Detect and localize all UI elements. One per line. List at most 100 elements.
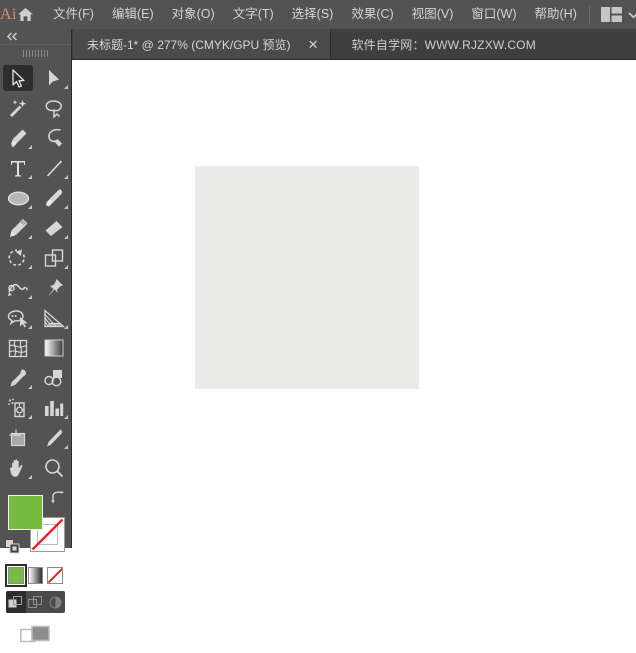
draw-normal-icon	[8, 595, 23, 607]
collapse-panel-button[interactable]	[0, 29, 71, 44]
watermark-text: 软件自学网：WWW.RJZXW.COM	[351, 37, 536, 52]
gradient-icon	[39, 335, 69, 361]
workspace-divider	[588, 6, 590, 23]
zoom-tool[interactable]	[36, 453, 72, 483]
close-icon[interactable]: ✕	[305, 37, 322, 52]
home-icon[interactable]	[17, 7, 34, 22]
magnifier-icon	[39, 455, 69, 481]
tool-more-triangle-icon	[64, 325, 68, 329]
hand-tool[interactable]	[0, 453, 36, 483]
fill-mode-row	[0, 563, 71, 587]
shape-builder-tool[interactable]	[0, 303, 36, 333]
tool-more-triangle-icon	[28, 145, 32, 149]
menu-file[interactable]: 文件(F)	[44, 0, 103, 29]
tool-more-triangle-icon	[64, 175, 68, 179]
draw-mode-row	[6, 591, 65, 613]
slice-tool[interactable]	[36, 423, 72, 453]
tool-more-triangle-icon	[64, 445, 68, 449]
rotate-tool[interactable]	[0, 243, 36, 273]
magic-wand-tool[interactable]	[0, 93, 36, 123]
draw-inside-icon	[49, 596, 62, 608]
tool-more-triangle-icon	[64, 235, 68, 239]
blend-icon	[39, 365, 69, 391]
workspace-switcher-button[interactable]	[597, 7, 636, 22]
free-transform-tool[interactable]	[36, 273, 72, 303]
eyedropper-tool[interactable]	[0, 363, 36, 393]
selection-tool[interactable]	[0, 63, 36, 93]
tool-more-triangle-icon	[28, 265, 32, 269]
width-tool[interactable]	[0, 273, 36, 303]
draw-behind-icon	[28, 595, 42, 608]
menu-object[interactable]: 对象(O)	[163, 0, 224, 29]
default-fill-stroke-icon[interactable]	[5, 539, 20, 559]
blend-tool[interactable]	[36, 363, 72, 393]
screen-mode-icon	[20, 625, 50, 643]
tool-more-triangle-icon	[64, 415, 68, 419]
tool-more-triangle-icon	[28, 175, 32, 179]
document-tab[interactable]: 未标题-1* @ 277% (CMYK/GPU 预览) ✕	[73, 29, 332, 59]
chevron-down-icon	[628, 11, 636, 18]
tool-more-triangle-icon	[28, 235, 32, 239]
pencil-tool[interactable]	[0, 213, 36, 243]
symbol-sprayer-tool[interactable]	[0, 393, 36, 423]
curvature-icon	[39, 125, 69, 151]
artboard-tool[interactable]	[0, 423, 36, 453]
tool-more-triangle-icon	[64, 265, 68, 269]
workspace-layout-icon	[600, 7, 622, 22]
paintbrush-tool[interactable]	[36, 183, 72, 213]
draw-inside-button[interactable]	[45, 591, 65, 613]
tool-more-triangle-icon	[28, 385, 32, 389]
menu-window[interactable]: 窗口(W)	[462, 0, 525, 29]
gradient-tool[interactable]	[36, 333, 72, 363]
artboard-1[interactable]	[195, 166, 419, 389]
panel-drag-handle[interactable]	[0, 44, 71, 61]
swap-fill-stroke-icon[interactable]	[51, 491, 65, 509]
change-screen-mode-button[interactable]	[0, 619, 71, 653]
magic-wand-icon	[3, 95, 33, 121]
illustrator-window: Ai 文件(F) 编辑(E) 对象(O) 文字(T) 选择(S) 效果(C) 视…	[0, 0, 636, 643]
draw-behind-button[interactable]	[26, 591, 46, 613]
column-graph-tool[interactable]	[36, 393, 72, 423]
menu-type[interactable]: 文字(T)	[224, 0, 283, 29]
document-tab-bar: 未标题-1* @ 277% (CMYK/GPU 预览) ✕ 软件自学网：WWW.…	[0, 29, 636, 60]
lasso-icon	[39, 95, 69, 121]
double-chevron-left-icon	[6, 32, 18, 41]
canvas-area[interactable]	[73, 60, 636, 548]
menu-help[interactable]: 帮助(H)	[526, 0, 586, 29]
none-mode-button[interactable]	[47, 567, 64, 584]
curvature-tool[interactable]	[36, 123, 72, 153]
menu-view[interactable]: 视图(V)	[403, 0, 463, 29]
tool-more-triangle-icon	[64, 85, 68, 89]
tool-more-triangle-icon	[28, 415, 32, 419]
perspective-grid-tool[interactable]	[36, 303, 72, 333]
fill-swatch[interactable]	[8, 495, 43, 530]
pen-tool[interactable]	[0, 123, 36, 153]
mesh-icon	[3, 335, 33, 361]
eraser-tool[interactable]	[36, 213, 72, 243]
tool-more-triangle-icon	[64, 205, 68, 209]
tool-more-triangle-icon	[28, 295, 32, 299]
direct-selection-tool[interactable]	[36, 63, 72, 93]
app-logo-ai: Ai	[0, 5, 17, 23]
menu-item-list: 文件(F) 编辑(E) 对象(O) 文字(T) 选择(S) 效果(C) 视图(V…	[44, 0, 586, 29]
grip-lines-icon	[22, 49, 49, 57]
menu-effect[interactable]: 效果(C)	[342, 0, 402, 29]
lasso-tool[interactable]	[36, 93, 72, 123]
tools-panel	[0, 29, 72, 643]
tool-more-triangle-icon	[28, 205, 32, 209]
scale-tool[interactable]	[36, 243, 72, 273]
menu-bar: Ai 文件(F) 编辑(E) 对象(O) 文字(T) 选择(S) 效果(C) 视…	[0, 0, 636, 29]
menu-edit[interactable]: 编辑(E)	[103, 0, 163, 29]
arrow-solid-icon	[3, 65, 33, 91]
line-segment-tool[interactable]	[36, 153, 72, 183]
draw-normal-button[interactable]	[6, 591, 26, 613]
mesh-tool[interactable]	[0, 333, 36, 363]
type-tool[interactable]	[0, 153, 36, 183]
color-mode-button[interactable]	[5, 564, 27, 587]
menu-select[interactable]: 选择(S)	[283, 0, 343, 29]
menu-bar-right	[586, 0, 636, 29]
gradient-mode-button[interactable]	[27, 567, 44, 584]
tool-more-triangle-icon	[28, 325, 32, 329]
ellipse-tool[interactable]	[0, 183, 36, 213]
tool-button-grid	[0, 61, 71, 483]
